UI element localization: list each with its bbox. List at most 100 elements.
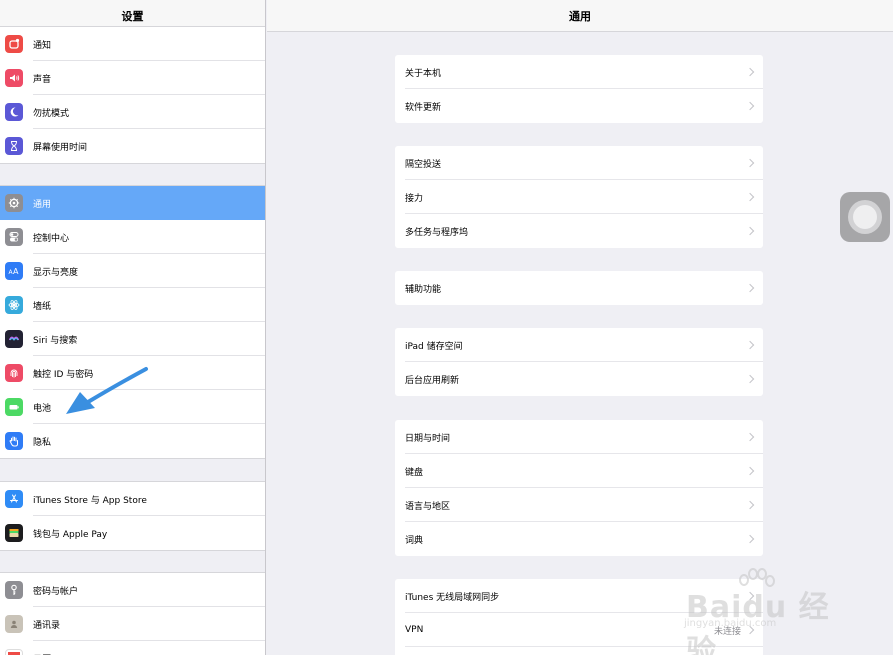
sidebar-item-label: 钱包与 Apple Pay bbox=[33, 529, 108, 540]
battery-icon bbox=[5, 398, 23, 416]
annotation-arrow-icon bbox=[66, 367, 148, 414]
sidebar-item-label: 通用 bbox=[33, 199, 52, 210]
calendar-icon bbox=[5, 649, 23, 655]
sidebar-item-label: 通知 bbox=[33, 40, 52, 51]
sidebar-item-contacts[interactable]: 通讯录 bbox=[0, 607, 265, 641]
svg-text:A: A bbox=[13, 267, 19, 276]
sidebar-item-notifications[interactable]: 通知 bbox=[0, 27, 265, 61]
row-language-region[interactable]: 语言与地区 bbox=[395, 488, 763, 522]
sidebar-item-label: 通讯录 bbox=[33, 620, 61, 631]
row-label: 辅助功能 bbox=[405, 284, 442, 295]
row-label: 词典 bbox=[405, 535, 424, 546]
sidebar-item-privacy[interactable]: 隐私 bbox=[0, 424, 265, 458]
moon-icon bbox=[5, 103, 23, 121]
watermark-url: jingyan.baidu.com bbox=[684, 618, 777, 629]
key-icon bbox=[5, 581, 23, 599]
hourglass-icon bbox=[5, 137, 23, 155]
wallet-icon bbox=[5, 524, 23, 542]
row-keyboard[interactable]: 键盘 bbox=[395, 454, 763, 488]
row-ipad-storage[interactable]: iPad 储存空间 bbox=[395, 328, 763, 362]
row-label: 键盘 bbox=[405, 467, 424, 478]
row-about[interactable]: 关于本机 bbox=[395, 55, 763, 89]
sidebar-item-label: 声音 bbox=[33, 74, 52, 85]
sidebar-item-label: 显示与亮度 bbox=[33, 267, 79, 278]
contacts-icon bbox=[5, 615, 23, 633]
row-label: VPN bbox=[405, 625, 424, 635]
row-label: 后台应用刷新 bbox=[405, 375, 460, 386]
chevron-right-icon bbox=[745, 374, 755, 384]
sidebar-item-wallpaper[interactable]: 墙纸 bbox=[0, 288, 265, 322]
row-dictionary[interactable]: 词典 bbox=[395, 522, 763, 556]
chevron-right-icon bbox=[745, 534, 755, 544]
sidebar-item-app-store[interactable]: iTunes Store 与 App Store bbox=[0, 482, 265, 516]
sidebar-item-label: 控制中心 bbox=[33, 233, 70, 244]
sidebar-item-label: 日历 bbox=[33, 652, 51, 655]
chevron-right-icon bbox=[745, 432, 755, 442]
detail-group-4: iPad 储存空间 后台应用刷新 bbox=[395, 328, 763, 396]
hand-icon bbox=[5, 432, 23, 450]
settings-sidebar: 设置 通知 声音 勿扰模式 屏幕使用时间 通用 控制中心 AA 显示与亮度 墙纸… bbox=[0, 0, 266, 655]
row-airdrop[interactable]: 隔空投送 bbox=[395, 146, 763, 180]
sidebar-item-display[interactable]: AA 显示与亮度 bbox=[0, 254, 265, 288]
row-label: iPad 储存空间 bbox=[405, 341, 463, 352]
chevron-right-icon bbox=[745, 226, 755, 236]
appstore-icon bbox=[5, 490, 23, 508]
assistive-touch-button[interactable] bbox=[840, 192, 890, 242]
sidebar-group-3: iTunes Store 与 App Store 钱包与 Apple Pay bbox=[0, 481, 265, 551]
sidebar-item-calendar[interactable]: 日历 bbox=[0, 641, 265, 655]
chevron-right-icon bbox=[745, 500, 755, 510]
fingerprint-icon bbox=[5, 364, 23, 382]
sidebar-group-4: 密码与帐户 通讯录 日历 bbox=[0, 572, 265, 655]
wallpaper-icon bbox=[5, 296, 23, 314]
chevron-right-icon bbox=[745, 158, 755, 168]
assistive-touch-ring bbox=[848, 200, 882, 234]
row-date-time[interactable]: 日期与时间 bbox=[395, 420, 763, 454]
row-accessibility[interactable]: 辅助功能 bbox=[395, 271, 763, 305]
page-title: 通用 bbox=[267, 0, 893, 32]
baidu-watermark: Baidu 经验 jingyan.baidu.com bbox=[680, 568, 850, 655]
sidebar-item-control-center[interactable]: 控制中心 bbox=[0, 220, 265, 254]
chevron-right-icon bbox=[745, 192, 755, 202]
sidebar-item-wallet[interactable]: 钱包与 Apple Pay bbox=[0, 516, 265, 550]
row-label: 多任务与程序坞 bbox=[405, 227, 469, 238]
row-multitasking[interactable]: 多任务与程序坞 bbox=[395, 214, 763, 248]
row-label: 接力 bbox=[405, 193, 424, 204]
sidebar-item-label: 墙纸 bbox=[33, 301, 52, 312]
row-label: 语言与地区 bbox=[405, 501, 451, 512]
chevron-right-icon bbox=[745, 67, 755, 77]
sounds-icon bbox=[5, 69, 23, 87]
row-label: iTunes 无线局域网同步 bbox=[405, 592, 500, 603]
row-label: 隔空投送 bbox=[405, 159, 442, 170]
row-background-refresh[interactable]: 后台应用刷新 bbox=[395, 362, 763, 396]
detail-group-2: 隔空投送 接力 多任务与程序坞 bbox=[395, 146, 763, 248]
detail-group-1: 关于本机 软件更新 bbox=[395, 55, 763, 123]
sidebar-item-label: Siri 与搜索 bbox=[33, 335, 78, 346]
row-label: 关于本机 bbox=[405, 68, 442, 79]
sidebar-item-label: 密码与帐户 bbox=[33, 586, 79, 597]
switches-icon bbox=[5, 228, 23, 246]
row-label: 软件更新 bbox=[405, 102, 442, 113]
row-label: 日期与时间 bbox=[405, 433, 451, 444]
row-software-update[interactable]: 软件更新 bbox=[395, 89, 763, 123]
assistive-touch-core bbox=[853, 205, 877, 229]
sidebar-item-siri[interactable]: Siri 与搜索 bbox=[0, 322, 265, 356]
general-detail-pane: 通用 关于本机 软件更新 隔空投送 接力 多任务与程序坞 辅助功能 iPad 储… bbox=[267, 0, 893, 655]
detail-group-3: 辅助功能 bbox=[395, 271, 763, 305]
detail-group-5: 日期与时间 键盘 语言与地区 词典 bbox=[395, 420, 763, 556]
sidebar-item-do-not-disturb[interactable]: 勿扰模式 bbox=[0, 95, 265, 129]
sidebar-item-sounds[interactable]: 声音 bbox=[0, 61, 265, 95]
row-handoff[interactable]: 接力 bbox=[395, 180, 763, 214]
sidebar-item-passwords[interactable]: 密码与帐户 bbox=[0, 573, 265, 607]
sidebar-item-label: 隐私 bbox=[33, 437, 52, 448]
notifications-icon bbox=[5, 35, 23, 53]
chevron-right-icon bbox=[745, 466, 755, 476]
display-icon: AA bbox=[5, 262, 23, 280]
sidebar-item-label: iTunes Store 与 App Store bbox=[33, 495, 147, 506]
chevron-right-icon bbox=[745, 340, 755, 350]
chevron-right-icon bbox=[745, 101, 755, 111]
sidebar-item-general[interactable]: 通用 bbox=[0, 186, 265, 220]
sidebar-item-screen-time[interactable]: 屏幕使用时间 bbox=[0, 129, 265, 163]
gear-icon bbox=[5, 194, 23, 212]
sidebar-item-label: 勿扰模式 bbox=[33, 108, 70, 119]
sidebar-group-1: 通知 声音 勿扰模式 屏幕使用时间 bbox=[0, 26, 265, 164]
